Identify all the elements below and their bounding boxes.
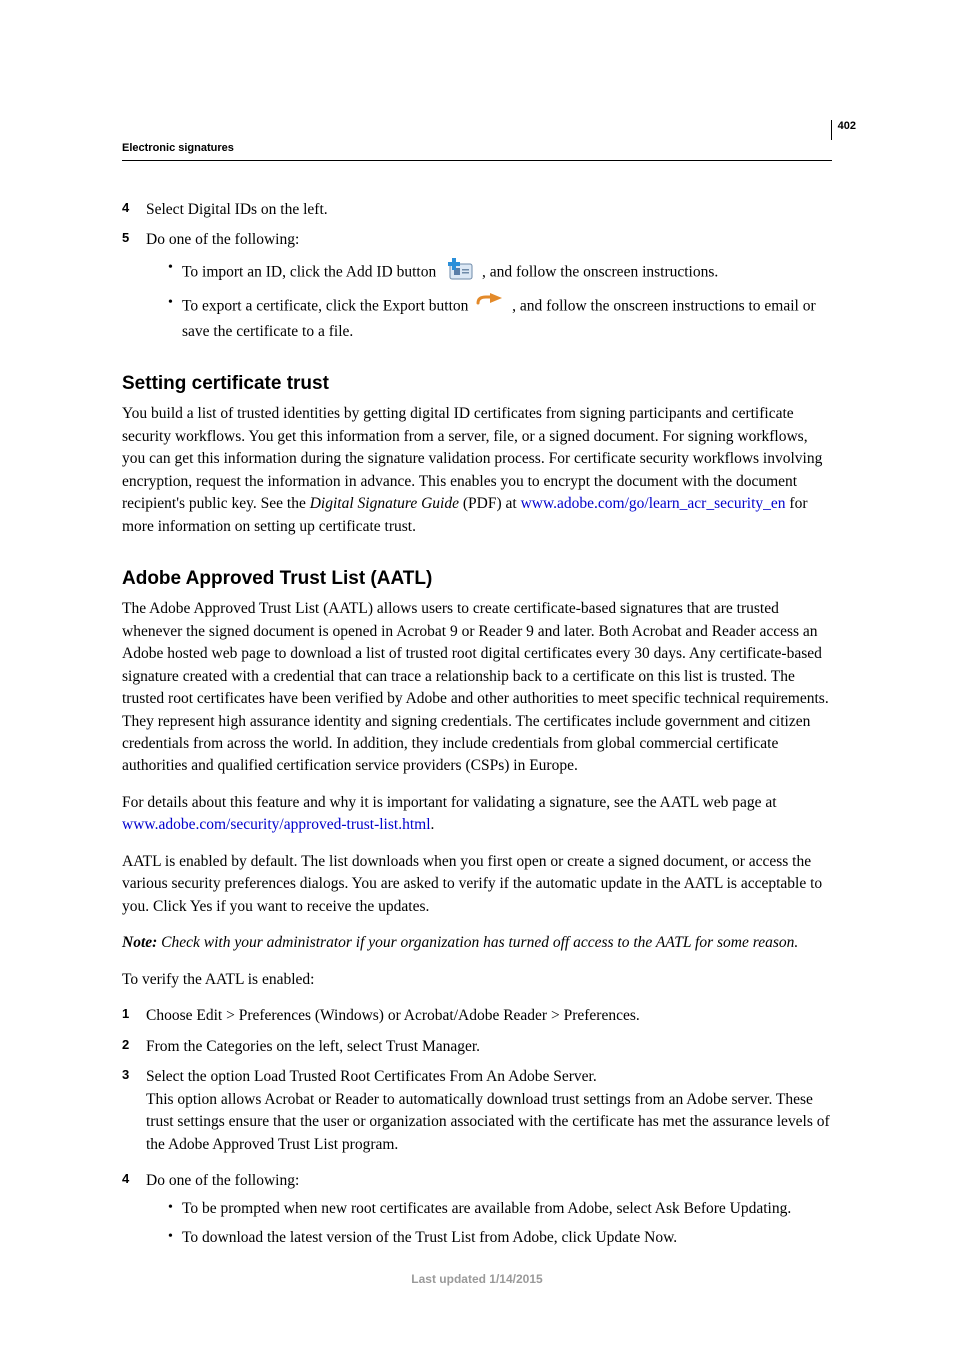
running-head: Electronic signatures [122, 142, 832, 154]
step-number: 4 [122, 199, 129, 218]
body-paragraph: The Adobe Approved Trust List (AATL) all… [122, 598, 832, 778]
body-paragraph: For details about this feature and why i… [122, 792, 832, 837]
export-icon [476, 293, 504, 320]
step-text: Select Digital IDs on the left. [146, 201, 328, 218]
text-fragment: (PDF) at [459, 495, 521, 512]
page: 402 Electronic signatures 4 Select Digit… [0, 0, 954, 1350]
text-before-icon: To export a certificate, click the Expor… [182, 298, 472, 315]
page-number-wrap: 402 [831, 120, 856, 140]
aatl-steps-list: 1 Choose Edit > Preferences (Windows) or… [122, 1005, 832, 1249]
list-item: To download the latest version of the Tr… [168, 1227, 832, 1249]
body-paragraph: You build a list of trusted identities b… [122, 403, 832, 538]
note-body: Check with your administrator if your or… [157, 934, 798, 951]
step-text: Choose Edit > Preferences (Windows) or A… [146, 1007, 640, 1024]
step-extra-text: This option allows Acrobat or Reader to … [146, 1089, 832, 1156]
list-item: To export a certificate, click the Expor… [168, 293, 832, 343]
note-label: Note: [122, 934, 157, 951]
step-3: 3 Select the option Load Trusted Root Ce… [122, 1066, 832, 1156]
heading-setting-certificate-trust: Setting certificate trust [122, 373, 832, 395]
guide-title: Digital Signature Guide [310, 495, 459, 512]
list-item: To be prompted when new root certificate… [168, 1198, 832, 1220]
top-steps-list: 4 Select Digital IDs on the left. 5 Do o… [122, 199, 832, 343]
header-rule [122, 160, 832, 161]
text-before-icon: To import an ID, click the Add ID button [182, 263, 440, 280]
step-5-sublist: To import an ID, click the Add ID button… [146, 258, 832, 343]
step-number: 1 [122, 1005, 129, 1024]
step-text: From the Categories on the left, select … [146, 1038, 480, 1055]
step-1: 1 Choose Edit > Preferences (Windows) or… [122, 1005, 832, 1027]
aatl-link[interactable]: www.adobe.com/security/approved-trust-li… [122, 816, 431, 833]
text-fragment: For details about this feature and why i… [122, 794, 777, 811]
step-5: 5 Do one of the following: To import an … [122, 229, 832, 343]
step-4-sublist: To be prompted when new root certificate… [146, 1198, 832, 1249]
heading-aatl: Adobe Approved Trust List (AATL) [122, 568, 832, 590]
text-after-icon: , and follow the onscreen instructions. [482, 263, 718, 280]
body-paragraph: AATL is enabled by default. The list dow… [122, 851, 832, 918]
step-4: 4 Select Digital IDs on the left. [122, 199, 832, 221]
add-id-icon [444, 258, 474, 287]
step-text: Select the option Load Trusted Root Cert… [146, 1068, 597, 1085]
security-guide-link[interactable]: www.adobe.com/go/learn_acr_security_en [521, 495, 786, 512]
footer-last-updated: Last updated 1/14/2015 [0, 1272, 954, 1286]
step-number: 4 [122, 1170, 129, 1189]
page-number: 402 [838, 120, 856, 132]
text-fragment: . [431, 816, 435, 833]
list-item: To import an ID, click the Add ID button… [168, 258, 832, 287]
body-paragraph: To verify the AATL is enabled: [122, 969, 832, 991]
step-2: 2 From the Categories on the left, selec… [122, 1036, 832, 1058]
step-number: 2 [122, 1036, 129, 1055]
step-text: Do one of the following: [146, 231, 299, 248]
step-number: 5 [122, 229, 129, 248]
step-text: Do one of the following: [146, 1172, 299, 1189]
note-paragraph: Note: Check with your administrator if y… [122, 932, 832, 954]
step-number: 3 [122, 1066, 129, 1085]
step-4: 4 Do one of the following: To be prompte… [122, 1170, 832, 1249]
